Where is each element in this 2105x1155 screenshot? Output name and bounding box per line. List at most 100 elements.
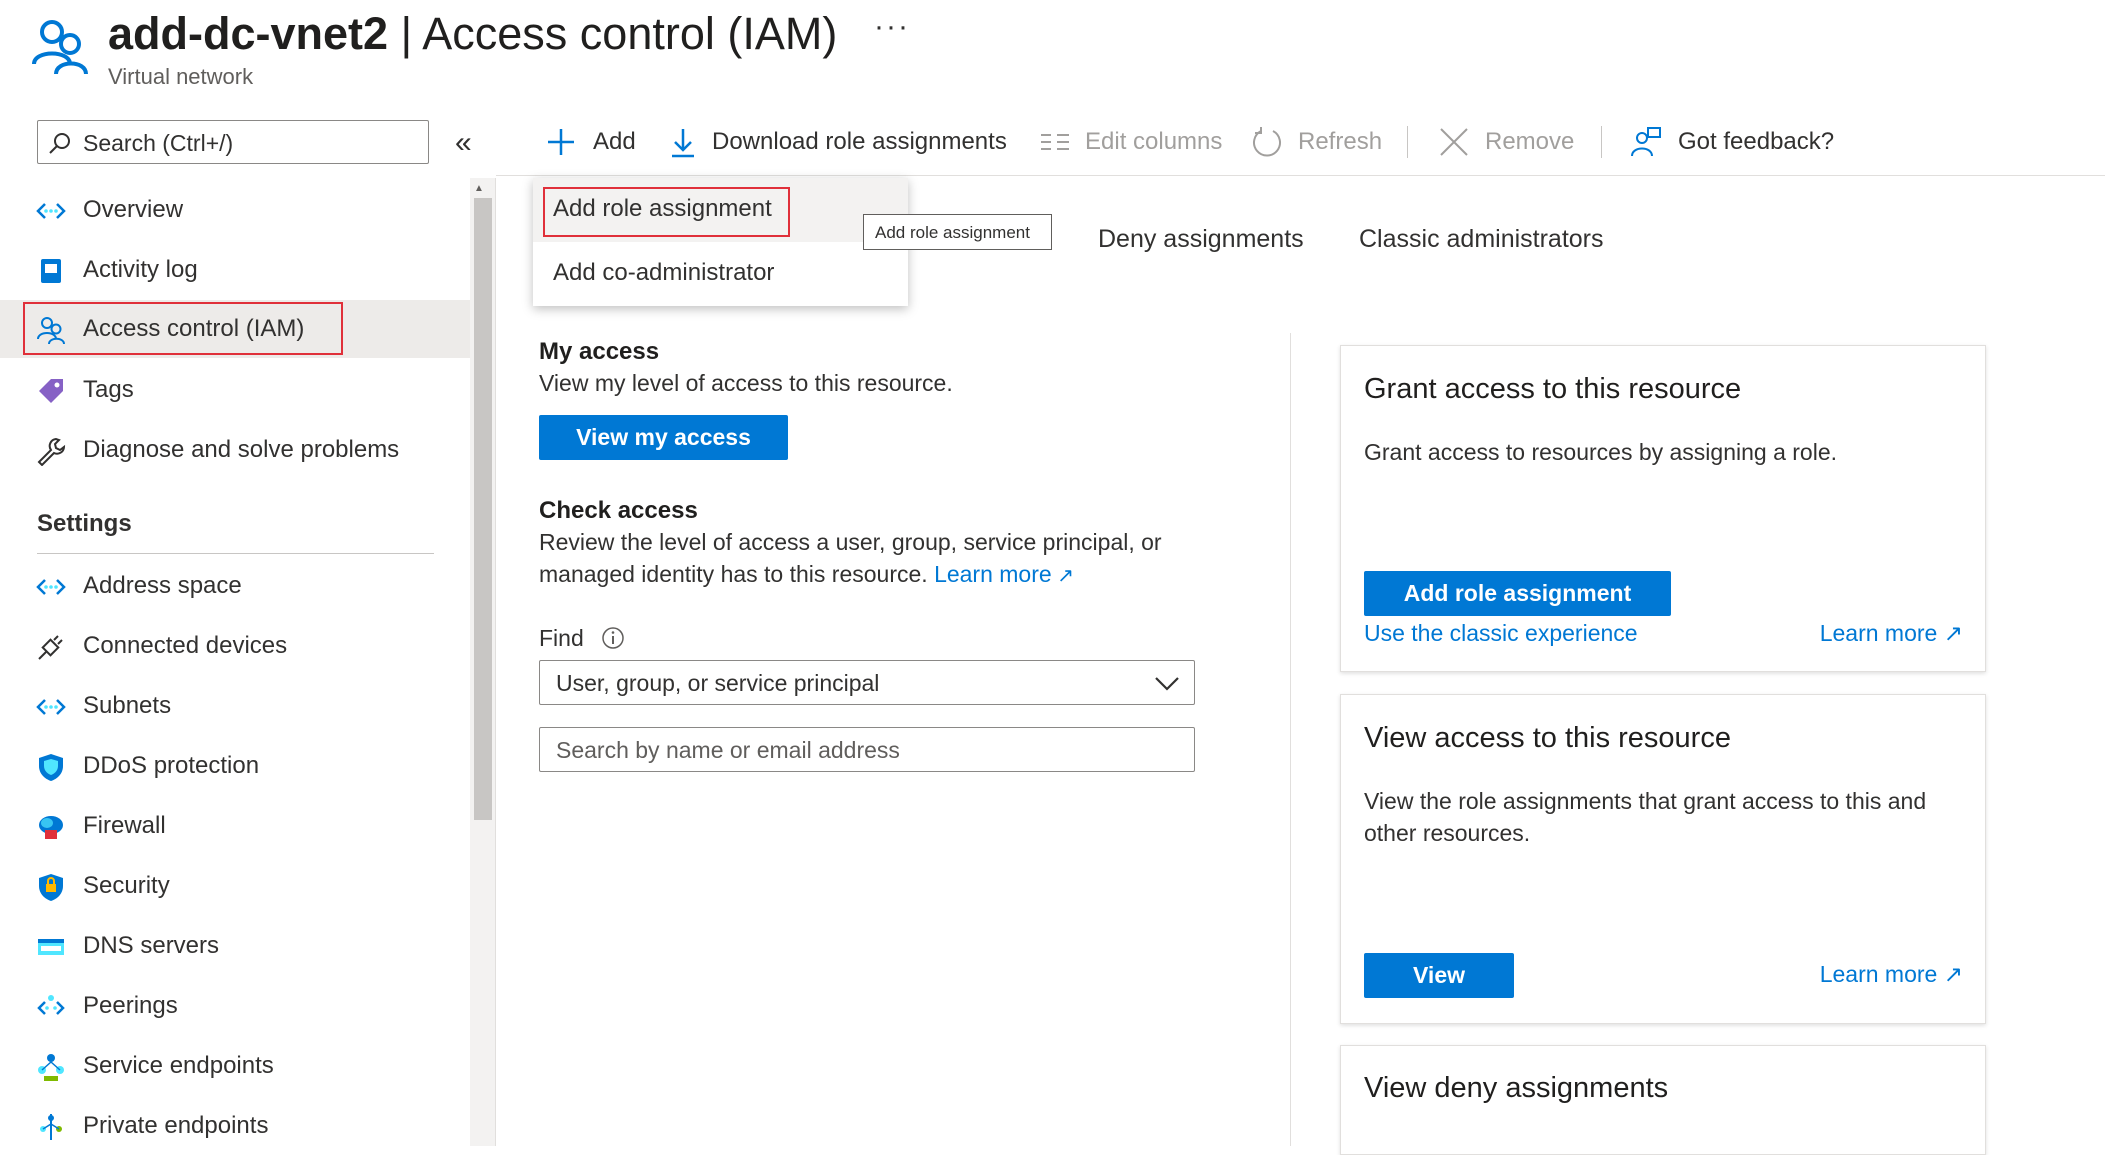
sidebar-item-label: Address space [83, 572, 242, 599]
sidebar-item-label: Peerings [83, 992, 178, 1019]
sidebar-item-label: DDoS protection [83, 752, 260, 779]
download-label: Download role assignments [712, 128, 1007, 155]
principal-type-select[interactable]: User, group, or service principal [539, 660, 1195, 705]
sidebar-item-overview[interactable]: Overview [0, 181, 470, 239]
plug-icon [36, 632, 66, 662]
sidebar-item-label: Activity log [83, 256, 198, 283]
sidebar-item-service-endpoints[interactable]: Service endpoints [0, 1037, 470, 1095]
shield-icon [36, 752, 66, 782]
sidebar-item-connected-devices[interactable]: Connected devices [0, 617, 470, 675]
learn-more-label: Learn more [1819, 961, 1938, 987]
search-icon [48, 131, 72, 155]
toolbar-divider [496, 175, 2105, 176]
info-icon[interactable] [601, 626, 625, 650]
sidebar-item-firewall[interactable]: Firewall [0, 797, 470, 855]
sidebar-item-label: Security [83, 872, 170, 899]
sidebar-search-input[interactable]: Search (Ctrl+/) [37, 120, 429, 164]
address-space-icon [36, 572, 66, 602]
scroll-up-arrow-icon[interactable]: ▲ [474, 183, 484, 194]
wrench-icon [36, 436, 66, 466]
sidebar-item-subnets[interactable]: Subnets [0, 677, 470, 735]
subnets-icon [36, 692, 66, 722]
plus-icon [545, 126, 577, 158]
add-co-administrator-menu-item[interactable]: Add co-administrator [533, 242, 908, 306]
service-endpoints-icon [36, 1052, 66, 1082]
classic-experience-link[interactable]: Use the classic experience [1364, 620, 1638, 647]
tooltip-text: Add role assignment [875, 223, 1030, 242]
close-icon [1438, 126, 1470, 158]
search-placeholder: Search (Ctrl+/) [83, 130, 234, 156]
select-value: User, group, or service principal [556, 670, 880, 696]
settings-divider [37, 553, 434, 554]
sidebar-scrollbar-thumb[interactable] [474, 198, 492, 820]
more-options-button[interactable]: ··· [874, 10, 910, 44]
search-placeholder: Search by name or email address [556, 737, 900, 763]
chevron-down-icon [1154, 673, 1180, 693]
learn-more-link[interactable]: Learn more ↗ [1820, 620, 1963, 647]
collapse-sidebar-button[interactable]: « [455, 126, 472, 160]
highlight-box-add-role-assignment [543, 187, 790, 237]
refresh-icon [1251, 126, 1283, 158]
page-title: add-dc-vnet2 | Access control (IAM) [108, 4, 837, 64]
grant-access-card: Grant access to this resource Grant acce… [1340, 345, 1986, 672]
sidebar-item-dns-servers[interactable]: DNS servers [0, 917, 470, 975]
learn-more-label: Learn more [1819, 620, 1938, 646]
principal-search-input[interactable]: Search by name or email address [539, 727, 1195, 772]
activity-log-icon [36, 256, 66, 286]
card-description: View the role assignments that grant acc… [1364, 788, 1927, 846]
tag-icon [36, 376, 66, 406]
sidebar-item-label: Private endpoints [83, 1112, 269, 1139]
sidebar-item-label: Subnets [83, 692, 172, 719]
resource-name: add-dc-vnet2 [108, 8, 389, 59]
columns-icon [1039, 126, 1071, 158]
firewall-icon [36, 812, 66, 842]
sidebar-item-ddos[interactable]: DDoS protection [0, 737, 470, 795]
content-divider [1290, 333, 1291, 1146]
feedback-person-icon [1630, 126, 1662, 158]
security-shield-icon [36, 872, 66, 902]
add-label: Add [593, 128, 636, 155]
my-access-description: View my level of access to this resource… [539, 370, 953, 396]
sidebar-item-label: Connected devices [83, 632, 288, 659]
blade-title: Access control (IAM) [422, 8, 838, 59]
learn-more-link[interactable]: Learn more ↗ [1820, 961, 1963, 988]
sidebar-item-tags[interactable]: Tags [0, 361, 470, 419]
sidebar-item-label: DNS servers [83, 932, 220, 959]
check-access-description: Review the level of access a user, group… [539, 526, 1229, 592]
download-icon [667, 126, 699, 158]
private-endpoints-icon [36, 1112, 66, 1142]
view-my-access-button[interactable]: View my access [539, 415, 788, 460]
view-access-card: View access to this resource View the ro… [1340, 694, 1986, 1024]
tab-deny-assignments[interactable]: Deny assignments [1098, 225, 1304, 254]
remove-label: Remove [1485, 128, 1575, 155]
iam-people-icon [30, 16, 90, 76]
sidebar-item-activity-log[interactable]: Activity log [0, 241, 470, 299]
sidebar-item-security[interactable]: Security [0, 857, 470, 915]
sidebar-item-peerings[interactable]: Peerings [0, 977, 470, 1035]
settings-section-title: Settings [37, 510, 132, 537]
add-role-assignment-button[interactable]: Add role assignment [1364, 571, 1671, 616]
refresh-label: Refresh [1298, 128, 1383, 155]
check-access-title: Check access [539, 497, 698, 524]
sidebar-item-diagnose[interactable]: Diagnose and solve problems [0, 421, 470, 479]
sidebar-item-address-space[interactable]: Address space [0, 557, 470, 615]
sidebar-item-label: Tags [83, 376, 134, 403]
card-title: View deny assignments [1364, 1072, 1669, 1104]
toolbar-separator [1407, 126, 1408, 158]
sidebar-divider [495, 178, 496, 1146]
tab-classic-administrators[interactable]: Classic administrators [1359, 225, 1604, 254]
menu-item-label: Add co-administrator [553, 259, 775, 286]
view-button[interactable]: View [1364, 953, 1514, 998]
sidebar-item-private-endpoints[interactable]: Private endpoints [0, 1097, 470, 1155]
card-description: Grant access to resources by assigning a… [1364, 439, 1838, 465]
sidebar-item-label: Diagnose and solve problems [83, 436, 400, 463]
learn-more-link[interactable]: Learn more [934, 561, 1052, 587]
highlight-box-access-control [23, 302, 343, 355]
card-title: Grant access to this resource [1364, 373, 1742, 405]
external-link-icon: ↗ [1943, 961, 1963, 987]
resource-type-subtitle: Virtual network [108, 64, 254, 89]
find-label: Find [539, 625, 584, 651]
sidebar-item-label: Service endpoints [83, 1052, 274, 1079]
my-access-title: My access [539, 338, 660, 365]
sidebar-item-label: Overview [83, 196, 184, 223]
